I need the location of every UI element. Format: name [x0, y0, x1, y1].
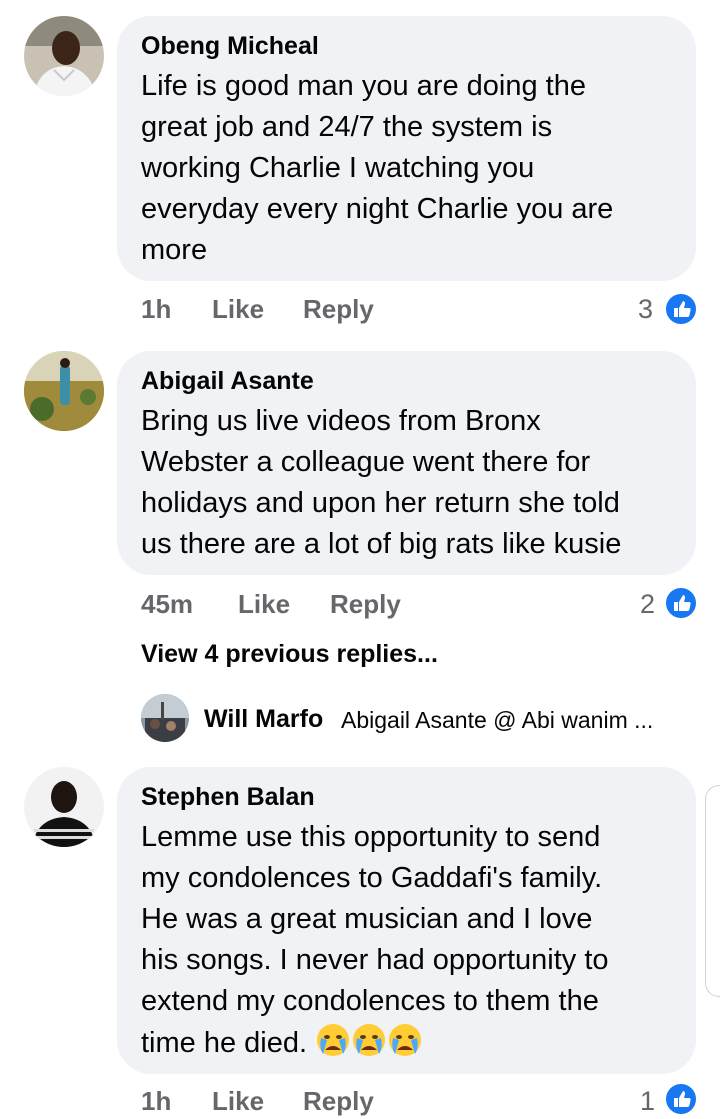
crying-face-icon — [315, 1022, 351, 1070]
comment-author[interactable]: Stephen Balan — [141, 783, 315, 812]
reply-author[interactable]: Will Marfo — [204, 705, 323, 734]
comment-line: more — [141, 234, 208, 266]
comment-text: Bring us live videos from Bronx Webster … — [141, 401, 621, 565]
thumbs-up-icon[interactable] — [664, 292, 698, 326]
comment-text: Life is good man you are doing the great… — [141, 66, 613, 271]
like-button[interactable]: Like — [212, 294, 264, 325]
avatar-will-marfo[interactable] — [141, 694, 189, 742]
comment-line: everyday every night Charlie you are — [141, 193, 614, 225]
comment-text: Lemme use this opportunity to send my co… — [141, 817, 609, 1070]
view-previous-replies-link[interactable]: View 4 previous replies... — [141, 640, 438, 669]
like-button[interactable]: Like — [212, 1086, 264, 1117]
comment-line: Life is good man you are doing the — [141, 70, 586, 102]
thumbs-up-icon[interactable] — [664, 586, 698, 620]
avatar-obeng-micheal[interactable] — [24, 16, 104, 96]
comment-line: my condolences to Gaddafi's family. — [141, 862, 603, 894]
like-count[interactable]: 1 — [640, 1086, 655, 1117]
comment-line: extend my condolences to them the — [141, 985, 599, 1017]
crying-face-icon — [351, 1022, 387, 1070]
reply-button[interactable]: Reply — [303, 1086, 374, 1117]
comment-line: Bring us live videos from Bronx — [141, 405, 541, 437]
thumbs-up-icon[interactable] — [664, 1082, 698, 1116]
comment-line: holidays and upon her return she told — [141, 487, 620, 519]
comment-line: working Charlie I watching you — [141, 152, 535, 184]
avatar-stephen-balan[interactable] — [24, 767, 104, 847]
side-panel-edge — [705, 785, 720, 997]
comment-author[interactable]: Abigail Asante — [141, 367, 314, 396]
comment-line: great job and 24/7 the system is — [141, 111, 553, 143]
comment-line: Lemme use this opportunity to send — [141, 821, 601, 853]
reply-button[interactable]: Reply — [303, 294, 374, 325]
crying-face-icon — [387, 1022, 423, 1070]
comment-line: He was a great musician and I love — [141, 903, 593, 935]
comment-timestamp[interactable]: 1h — [141, 1086, 171, 1117]
reply-button[interactable]: Reply — [330, 589, 401, 620]
comment-timestamp[interactable]: 1h — [141, 294, 171, 325]
avatar-abigail-asante[interactable] — [24, 351, 104, 431]
comment-line: Webster a colleague went there for — [141, 446, 591, 478]
comment-line-text: time he died. — [141, 1027, 308, 1059]
comment-line: time he died. — [141, 1022, 609, 1070]
like-button[interactable]: Like — [238, 589, 290, 620]
comment-line: his songs. I never had opportunity to — [141, 944, 609, 976]
comment-line: us there are a lot of big rats like kusi… — [141, 528, 622, 560]
reply-preview-text[interactable]: Abigail Asante @ Abi wanim ... — [341, 707, 653, 734]
comment-timestamp[interactable]: 45m — [141, 589, 193, 620]
like-count[interactable]: 2 — [640, 589, 655, 620]
like-count[interactable]: 3 — [638, 294, 653, 325]
comment-author[interactable]: Obeng Micheal — [141, 32, 319, 61]
